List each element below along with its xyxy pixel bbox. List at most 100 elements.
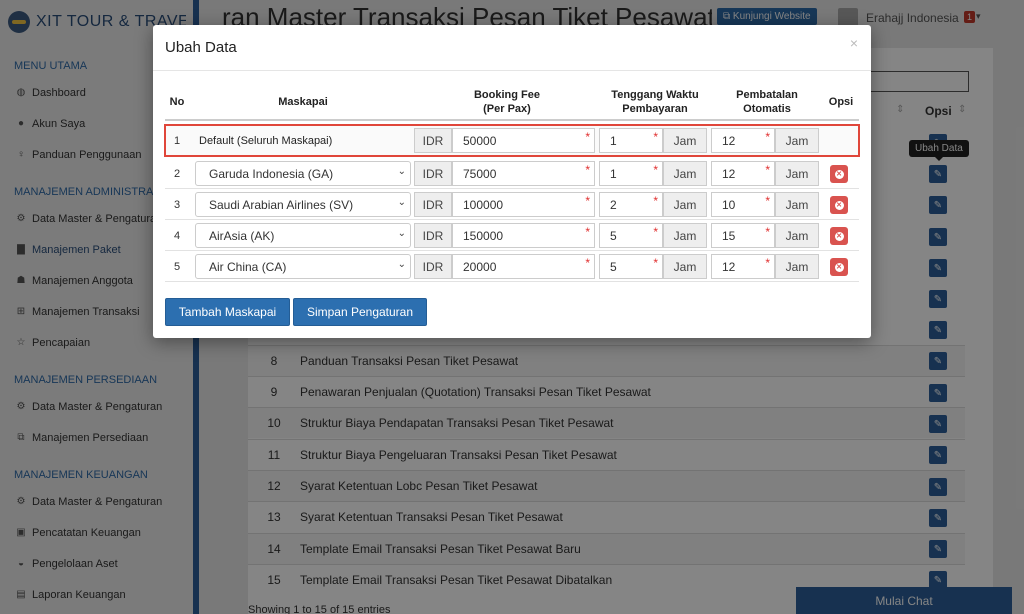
row-number: 3: [173, 198, 181, 211]
chevron-down-icon: ⌄: [397, 228, 406, 239]
auto-cancel-input[interactable]: 12 *: [711, 128, 775, 153]
edit-modal: Ubah Data × No Maskapai Booking Fee (Per…: [153, 25, 871, 338]
required-icon: *: [585, 225, 590, 239]
table-row: 3 Saudi Arabian Airlines (SV) ⌄ IDR 10000…: [165, 189, 859, 220]
modal-header: Ubah Data ×: [153, 25, 871, 71]
required-icon: *: [585, 256, 590, 270]
required-icon: *: [765, 163, 770, 177]
payment-window-input[interactable]: 1 *: [599, 161, 663, 186]
required-icon: *: [653, 130, 658, 144]
airline-select[interactable]: AirAsia (AK) ⌄: [195, 223, 411, 248]
header-booking-fee: Booking Fee (Per Pax): [417, 83, 597, 121]
table-row: 5 Air China (CA) ⌄ IDR 20000 * 5 * Jam 12 * …: [165, 251, 859, 282]
row-number: 5: [173, 260, 181, 273]
delete-button[interactable]: ✕: [830, 258, 848, 276]
select-value: AirAsia (AK): [209, 228, 275, 243]
header-airline: Maskapai: [278, 96, 328, 108]
required-icon: *: [653, 163, 658, 177]
currency-addon: IDR: [414, 223, 452, 248]
auto-cancel-input[interactable]: 12 *: [711, 161, 775, 186]
times-circle-icon: ✕: [834, 231, 844, 241]
select-value: Garuda Indonesia (GA): [209, 166, 334, 181]
required-icon: *: [653, 256, 658, 270]
input-value: 2: [610, 197, 617, 212]
required-icon: *: [653, 225, 658, 239]
unit-addon: Jam: [663, 128, 707, 153]
required-icon: *: [585, 130, 590, 144]
delete-button[interactable]: ✕: [830, 165, 848, 183]
chevron-down-icon: ⌄: [397, 197, 406, 208]
close-icon[interactable]: ×: [850, 35, 858, 51]
input-value: 15: [722, 228, 736, 243]
auto-cancel-input[interactable]: 15 *: [711, 223, 775, 248]
row-number: 2: [173, 167, 181, 180]
payment-window-input[interactable]: 1 *: [599, 128, 663, 153]
unit-addon: Jam: [775, 161, 819, 186]
input-value: 12: [722, 166, 736, 181]
input-value: 5: [610, 228, 617, 243]
booking-fee-input[interactable]: 20000 *: [452, 254, 595, 279]
unit-addon: Jam: [775, 192, 819, 217]
booking-fee-input[interactable]: 50000 *: [452, 128, 595, 153]
save-settings-button[interactable]: Simpan Pengaturan: [293, 298, 427, 326]
payment-window-input[interactable]: 2 *: [599, 192, 663, 217]
required-icon: *: [765, 225, 770, 239]
required-icon: *: [765, 130, 770, 144]
unit-addon: Jam: [775, 128, 819, 153]
booking-fee-input[interactable]: 75000 *: [452, 161, 595, 186]
payment-window-input[interactable]: 5 *: [599, 223, 663, 248]
header-payment-window: Tenggang Waktu Pembayaran: [601, 83, 709, 121]
unit-addon: Jam: [663, 254, 707, 279]
required-icon: *: [765, 256, 770, 270]
input-value: 10: [722, 197, 736, 212]
select-value: Saudi Arabian Airlines (SV): [209, 197, 354, 212]
currency-addon: IDR: [414, 192, 452, 217]
table-row: 1 Default (Seluruh Maskapai) IDR 50000 * …: [164, 124, 860, 157]
header-line: (Per Pax): [483, 103, 531, 115]
airline-select[interactable]: Saudi Arabian Airlines (SV) ⌄: [195, 192, 411, 217]
input-value: 20000: [463, 259, 497, 274]
auto-cancel-input[interactable]: 12 *: [711, 254, 775, 279]
header-line: Tenggang Waktu: [611, 89, 699, 101]
chevron-down-icon: ⌄: [397, 259, 406, 270]
table-header: No Maskapai Booking Fee (Per Pax) Tengga…: [165, 83, 859, 121]
unit-addon: Jam: [663, 161, 707, 186]
airline-select[interactable]: Air China (CA) ⌄: [195, 254, 411, 279]
header-line: Otomatis: [743, 103, 791, 115]
payment-window-input[interactable]: 5 *: [599, 254, 663, 279]
header-line: Pembayaran: [622, 103, 688, 115]
booking-fee-input[interactable]: 100000 *: [452, 192, 595, 217]
modal-title: Ubah Data: [165, 39, 237, 56]
add-airline-button[interactable]: Tambah Maskapai: [165, 298, 290, 326]
airline-select[interactable]: Garuda Indonesia (GA) ⌄: [195, 161, 411, 186]
input-value: 12: [722, 133, 736, 148]
unit-addon: Jam: [775, 223, 819, 248]
required-icon: *: [765, 194, 770, 208]
required-icon: *: [585, 194, 590, 208]
table-row: 2 Garuda Indonesia (GA) ⌄ IDR 75000 * 1 * J…: [165, 158, 859, 189]
select-value: Air China (CA): [209, 259, 287, 274]
delete-button[interactable]: ✕: [830, 227, 848, 245]
unit-addon: Jam: [663, 192, 707, 217]
header-line: Booking Fee: [473, 89, 540, 101]
currency-addon: IDR: [414, 128, 452, 153]
header-no: No: [169, 96, 185, 108]
header-line: Pembatalan: [736, 89, 798, 101]
times-circle-icon: ✕: [834, 262, 844, 272]
header-options: Opsi: [828, 96, 854, 108]
input-value: 1: [610, 133, 617, 148]
auto-cancel-input[interactable]: 10 *: [711, 192, 775, 217]
chevron-down-icon: ⌄: [397, 166, 406, 177]
unit-addon: Jam: [775, 254, 819, 279]
row-number: 4: [173, 229, 181, 242]
input-value: 75000: [463, 166, 497, 181]
times-circle-icon: ✕: [834, 169, 844, 179]
airline-name: Default (Seluruh Maskapai): [199, 134, 333, 147]
input-value: 100000: [463, 197, 504, 212]
input-value: 50000: [463, 133, 497, 148]
delete-button[interactable]: ✕: [830, 196, 848, 214]
row-number: 1: [173, 134, 181, 147]
input-value: 5: [610, 259, 617, 274]
booking-fee-input[interactable]: 150000 *: [452, 223, 595, 248]
table-row: 4 AirAsia (AK) ⌄ IDR 150000 * 5 * Jam 15 * J…: [165, 220, 859, 251]
